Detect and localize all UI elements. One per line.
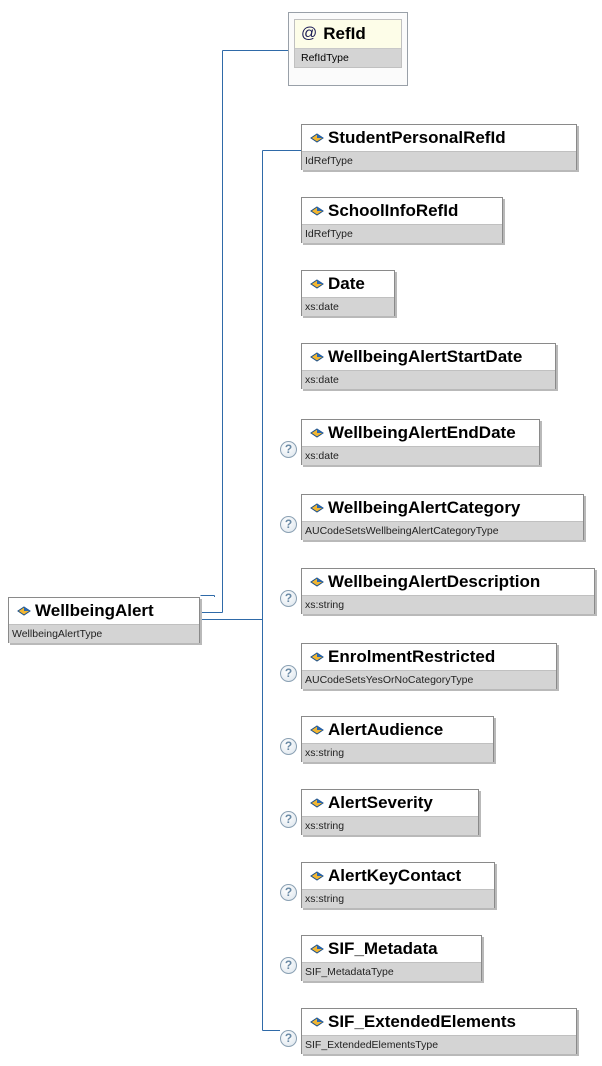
attribute-name: RefId (323, 24, 366, 43)
element-type: IdRefType (302, 224, 502, 243)
element-diamond-icon (310, 652, 324, 662)
element-node-studentpersonalrefid[interactable]: StudentPersonalRefId IdRefType (301, 124, 577, 170)
optional-question-icon: ? (280, 590, 297, 607)
element-type: xs:date (302, 370, 555, 389)
element-type: SIF_MetadataType (302, 962, 481, 981)
element-name: SIF_ExtendedElements (328, 1012, 517, 1031)
element-name: Date (328, 274, 365, 293)
element-name: AlertAudience (328, 720, 444, 739)
element-node-enrolmentrestricted[interactable]: EnrolmentRestricted AUCodeSetsYesOrNoCate… (301, 643, 557, 689)
optional-question-icon: ? (280, 441, 297, 458)
optional-question-icon: ? (280, 957, 297, 974)
element-diamond-icon (310, 577, 324, 587)
element-type: xs:string (302, 595, 594, 614)
element-name: StudentPersonalRefId (328, 128, 506, 147)
element-name: SchoolInfoRefId (328, 201, 459, 220)
element-node-sif-extendedelements[interactable]: SIF_ExtendedElements SIF_ExtendedElements… (301, 1008, 577, 1054)
element-diamond-icon (310, 133, 324, 143)
element-node-alertkeycontact[interactable]: AlertKeyContact xs:string (301, 862, 495, 908)
element-name: AlertSeverity (328, 793, 433, 812)
element-diamond-icon (310, 206, 324, 216)
attribute-group: @ RefId RefIdType (288, 12, 408, 86)
element-name: AlertKeyContact (328, 866, 462, 885)
optional-question-icon: ? (280, 1030, 297, 1047)
root-element-name: WellbeingAlert (35, 601, 154, 620)
element-name: WellbeingAlertCategory (328, 498, 521, 517)
element-node-schoolinforefid[interactable]: SchoolInfoRefId IdRefType (301, 197, 503, 243)
element-name: WellbeingAlertEndDate (328, 423, 516, 442)
attribute-node-refid[interactable]: @ RefId RefIdType (294, 19, 402, 68)
optional-question-icon: ? (280, 665, 297, 682)
element-diamond-icon (310, 352, 324, 362)
element-node-wellbeingalertstartdate[interactable]: WellbeingAlertStartDate xs:date (301, 343, 556, 389)
element-node-alertseverity[interactable]: AlertSeverity xs:string (301, 789, 479, 835)
element-diamond-icon (310, 725, 324, 735)
element-type: AUCodeSetsYesOrNoCategoryType (302, 670, 556, 689)
element-diamond-icon (310, 871, 324, 881)
element-node-wellbeingalertdescription[interactable]: WellbeingAlertDescription xs:string (301, 568, 595, 614)
element-type: xs:string (302, 889, 494, 908)
optional-question-icon: ? (280, 738, 297, 755)
element-name: EnrolmentRestricted (328, 647, 496, 666)
element-type: IdRefType (302, 151, 576, 170)
element-diamond-icon (310, 944, 324, 954)
element-diamond-icon (17, 606, 31, 616)
element-node-alertaudience[interactable]: AlertAudience xs:string (301, 716, 494, 762)
element-diamond-icon (310, 798, 324, 808)
element-node-date[interactable]: Date xs:date (301, 270, 395, 316)
attribute-icon: @ (301, 25, 318, 42)
element-name: SIF_Metadata (328, 939, 438, 958)
element-node-wellbeingalertcategory[interactable]: WellbeingAlertCategory AUCodeSetsWellbein… (301, 494, 584, 540)
element-name: WellbeingAlertStartDate (328, 347, 523, 366)
element-name: WellbeingAlertDescription (328, 572, 541, 591)
element-type: AUCodeSetsWellbeingAlertCategoryType (302, 521, 583, 540)
element-diamond-icon (310, 428, 324, 438)
element-type: xs:string (302, 743, 493, 762)
optional-question-icon: ? (280, 884, 297, 901)
element-type: xs:date (302, 297, 394, 316)
element-type: SIF_ExtendedElementsType (302, 1035, 576, 1054)
element-diamond-icon (310, 279, 324, 289)
element-diamond-icon (310, 503, 324, 513)
element-type: xs:date (302, 446, 539, 465)
optional-question-icon: ? (280, 811, 297, 828)
element-node-sif-metadata[interactable]: SIF_Metadata SIF_MetadataType (301, 935, 482, 981)
root-element-node[interactable]: WellbeingAlert WellbeingAlertType (8, 597, 200, 643)
element-diamond-icon (310, 1017, 324, 1027)
attribute-type: RefIdType (295, 48, 401, 67)
optional-question-icon: ? (280, 516, 297, 533)
element-node-wellbeingalertenddate[interactable]: WellbeingAlertEndDate xs:date (301, 419, 540, 465)
root-element-type: WellbeingAlertType (9, 624, 199, 643)
element-type: xs:string (302, 816, 478, 835)
